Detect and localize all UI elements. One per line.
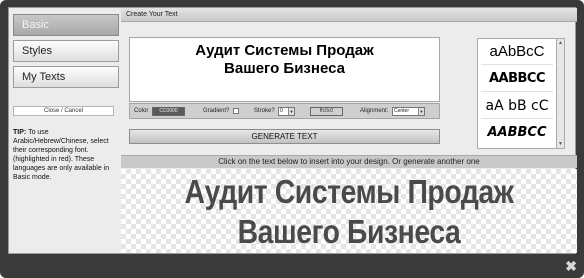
- alignment-select[interactable]: Center ▼: [392, 107, 425, 116]
- font-sample-3[interactable]: aA bB cC: [481, 93, 553, 119]
- scroll-down-icon[interactable]: ▼: [557, 140, 564, 148]
- chevron-down-icon: ▼: [418, 108, 424, 115]
- generate-text-button[interactable]: GENERATE TEXT: [129, 129, 440, 144]
- stroke-color-swatch[interactable]: ffc0c0: [310, 107, 343, 116]
- close-icon[interactable]: ✖: [565, 259, 577, 273]
- tip-label: TIP:: [13, 129, 27, 136]
- main-area: Create Your Text Аудит Системы Продаж Ва…: [121, 8, 577, 253]
- alignment-select-value: Center: [394, 108, 410, 114]
- text-preview[interactable]: Аудит Системы Продаж Вашего Бизнеса: [121, 169, 577, 253]
- font-style-list: aAbBcC AABBCC aA bB cC AABBCC: [477, 38, 557, 149]
- chevron-down-icon: ▼: [288, 108, 294, 115]
- font-sample-2[interactable]: AABBCC: [481, 66, 553, 92]
- alignment-label: Alignment:: [360, 108, 389, 114]
- font-list-scrollbar[interactable]: ▲ ▼: [557, 38, 565, 149]
- stroke-select[interactable]: 0 ▼: [278, 107, 295, 116]
- instruction-text: Click on the text below to insert into y…: [121, 155, 577, 168]
- color-label: Color: [134, 108, 149, 114]
- text-tool-panel: Basic Styles My Texts Close / Cancel TIP…: [8, 7, 577, 254]
- text-input[interactable]: Аудит Системы Продаж Вашего Бизнеса: [129, 37, 440, 102]
- color-swatch[interactable]: CC0000: [152, 107, 185, 116]
- stroke-label: Stroke?: [254, 108, 275, 114]
- tab-basic[interactable]: Basic: [13, 14, 119, 36]
- tip-text: TIP: To use Arabic/Hebrew/Chinese, selec…: [13, 128, 119, 182]
- tab-my-texts[interactable]: My Texts: [13, 66, 119, 88]
- preview-line-2: Вашего Бизнеса: [237, 213, 461, 250]
- page-title: Create Your Text: [121, 8, 577, 22]
- tip-body: To use Arabic/Hebrew/Chinese, select the…: [13, 129, 110, 181]
- gradient-checkbox[interactable]: [233, 108, 239, 114]
- text-line-1: Аудит Системы Продаж: [195, 42, 374, 59]
- gradient-label: Gradient?: [203, 108, 230, 114]
- scroll-up-icon[interactable]: ▲: [557, 39, 564, 47]
- text-options-toolbar: Color CC0000 Gradient? Stroke? 0 ▼ ffc0c…: [129, 103, 440, 119]
- sidebar: Basic Styles My Texts Close / Cancel TIP…: [9, 8, 125, 253]
- close-cancel-button[interactable]: Close / Cancel: [13, 106, 114, 116]
- preview-line-1: Аудит Системы Продаж: [184, 173, 514, 210]
- text-line-2: Вашего Бизнеса: [224, 60, 345, 77]
- stroke-select-value: 0: [280, 108, 283, 114]
- font-sample-4[interactable]: AABBCC: [481, 120, 553, 146]
- tab-styles[interactable]: Styles: [13, 40, 119, 62]
- font-sample-1[interactable]: aAbBcC: [481, 39, 553, 65]
